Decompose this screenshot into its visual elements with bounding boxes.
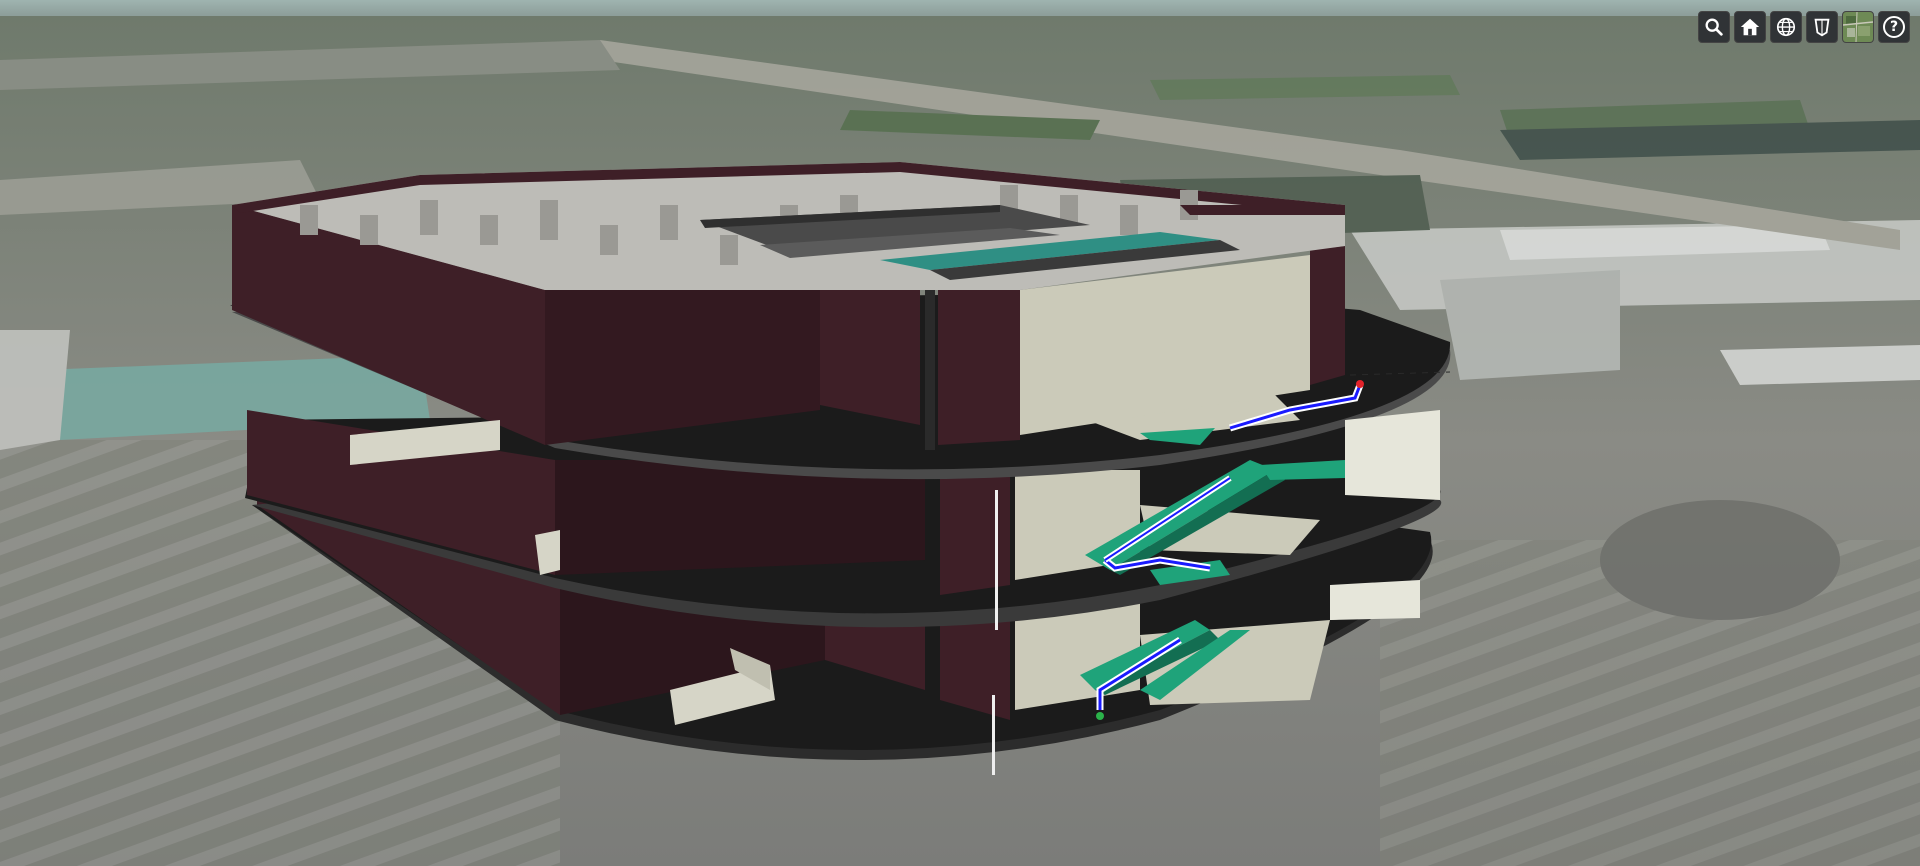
viewer-toolbar: ? xyxy=(1698,10,1910,44)
base-layer-picker-button[interactable] xyxy=(1842,11,1874,43)
scene-mode-button[interactable] xyxy=(1770,11,1802,43)
home-icon xyxy=(1740,18,1760,36)
3d-scene-viewport[interactable] xyxy=(0,0,1920,866)
shield-icon xyxy=(1814,18,1830,37)
home-button[interactable] xyxy=(1734,11,1766,43)
globe-icon xyxy=(1776,17,1796,37)
question-icon: ? xyxy=(1883,16,1905,38)
navigation-button[interactable] xyxy=(1806,11,1838,43)
satellite-imagery-icon xyxy=(1843,12,1873,42)
help-button[interactable]: ? xyxy=(1878,11,1910,43)
search-icon xyxy=(1705,18,1723,36)
geocoder-search-button[interactable] xyxy=(1698,11,1730,43)
sky xyxy=(0,0,1920,18)
